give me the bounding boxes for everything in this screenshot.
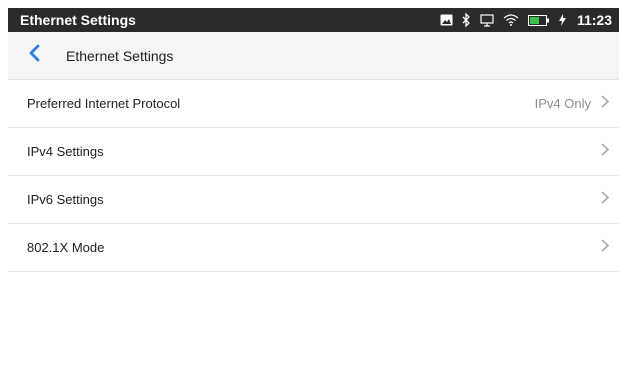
setting-right: IPv4 Only [534,94,610,113]
setting-right [601,238,610,257]
page-title: Ethernet Settings [66,47,174,64]
app-bar: Ethernet Settings [8,32,619,80]
setting-label: Preferred Internet Protocol [27,96,181,111]
chevron-right-icon [601,190,610,209]
cast-icon [480,13,494,27]
chevron-right-icon [601,94,610,113]
setting-preferred-internet-protocol[interactable]: Preferred Internet Protocol IPv4 Only [8,80,619,128]
setting-label: IPv4 Settings [27,144,104,159]
setting-label: IPv6 Settings [27,192,104,207]
setting-ipv6-settings[interactable]: IPv6 Settings [8,176,619,224]
back-button[interactable] [8,32,66,80]
setting-right [601,142,610,161]
settings-list: Preferred Internet Protocol IPv4 Only IP… [8,80,619,272]
setting-8021x-mode[interactable]: 802.1X Mode [8,224,619,272]
setting-right [601,190,610,209]
setting-value: IPv4 Only [534,96,591,111]
setting-label: 802.1X Mode [27,240,105,255]
status-time: 11:23 [576,12,612,28]
status-icons: 11:23 [440,12,612,28]
wifi-icon [503,14,519,26]
charging-icon [558,14,566,26]
chevron-right-icon [601,142,610,161]
setting-ipv4-settings[interactable]: IPv4 Settings [8,128,619,176]
bluetooth-icon [462,13,471,27]
screen: Ethernet Settings 11:23 Ethernet Setting… [8,8,619,390]
status-app-title: Ethernet Settings [20,12,136,28]
battery-icon [527,14,550,26]
image-icon [440,14,453,26]
status-bar: Ethernet Settings 11:23 [8,8,619,32]
back-arrow-icon [28,44,40,67]
chevron-right-icon [601,238,610,257]
